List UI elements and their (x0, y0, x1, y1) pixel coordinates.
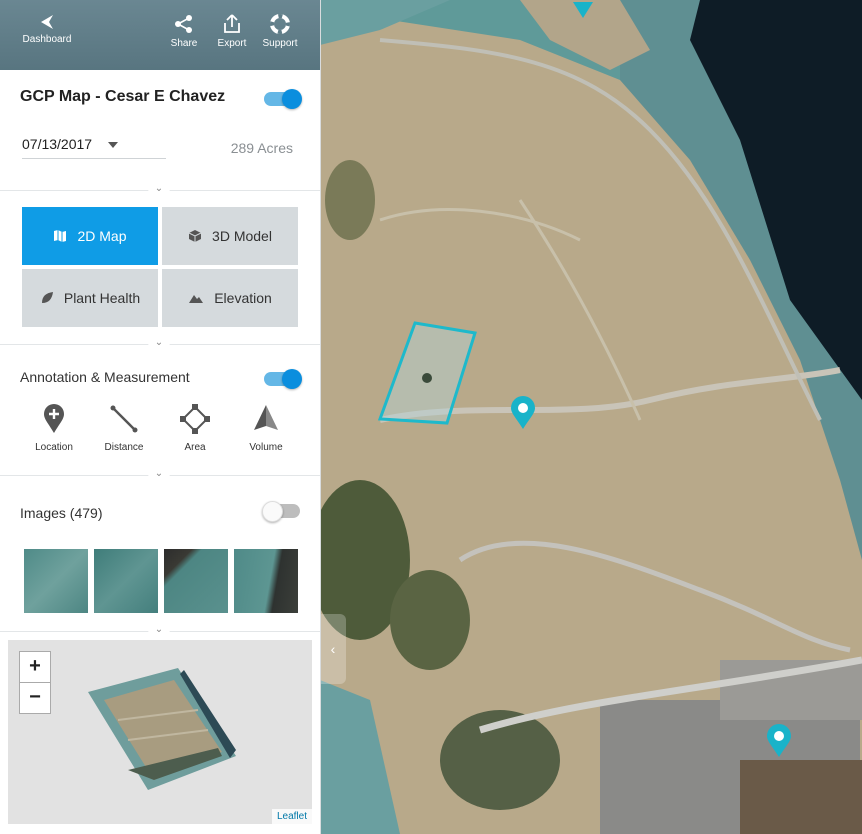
annotation-label: Annotation & Measurement (20, 369, 190, 385)
images-label: Images (479) (20, 505, 103, 521)
elevation-label: Elevation (214, 290, 272, 306)
leaf-icon (41, 292, 53, 303)
export-icon (224, 14, 240, 33)
plant-health-label: Plant Health (63, 290, 141, 306)
location-pin-icon (44, 404, 64, 433)
sidebar: Dashboard Share Export Support ⌄ GCP Map… (0, 0, 321, 834)
dashboard-button[interactable]: Dashboard (18, 14, 76, 45)
2d-map-button[interactable]: 2D Map (22, 207, 158, 265)
back-arrow-icon (41, 15, 53, 29)
image-thumbnail[interactable] (94, 549, 158, 613)
2d-map-label: 2D Map (77, 228, 127, 244)
ruler-line-icon (110, 405, 138, 433)
volume-tool-label: Volume (249, 442, 283, 453)
zoom-in-button[interactable]: + (19, 651, 51, 683)
images-toggle[interactable] (262, 501, 300, 522)
lifebuoy-icon (270, 14, 290, 34)
acreage: 289 Acres (230, 140, 293, 156)
leaflet-attribution-link[interactable]: Leaflet (271, 809, 312, 824)
share-label: Share (170, 38, 198, 49)
map-imagery (320, 0, 862, 834)
date-select[interactable]: 07/13/2017 (22, 136, 166, 159)
location-marker[interactable] (766, 724, 792, 758)
image-thumbnail[interactable] (24, 549, 88, 613)
export-button[interactable]: Export (212, 14, 252, 49)
elevation-button[interactable]: Elevation (162, 269, 298, 327)
area-tool-label: Area (184, 442, 206, 453)
chevron-down-icon (108, 142, 118, 148)
map-title: GCP Map - Cesar E Chavez (20, 88, 226, 105)
distance-tool[interactable]: Distance (94, 404, 154, 453)
location-marker[interactable] (510, 396, 536, 430)
location-marker[interactable] (570, 0, 596, 20)
share-button[interactable]: Share (166, 14, 202, 49)
volume-tool[interactable]: Volume (236, 404, 296, 453)
date-value: 07/13/2017 (22, 136, 93, 152)
top-toolbar: Dashboard Share Export Support (0, 0, 320, 70)
overview-minimap[interactable]: + − Leaflet (8, 640, 312, 824)
app-window: ‹ Dashboard Share Export Support ⌄ GCP M… (0, 0, 862, 834)
sidebar-collapse-tab[interactable]: ‹ (320, 614, 346, 684)
minimap-imagery (88, 668, 236, 790)
map-icon (54, 230, 67, 242)
pyramid-icon (254, 405, 278, 430)
mountain-icon (189, 295, 204, 303)
polygon-area-icon (180, 404, 210, 434)
annotation-toggle[interactable] (264, 369, 302, 389)
orthomosaic-map[interactable] (320, 0, 862, 834)
3d-model-label: 3D Model (212, 228, 272, 244)
chevron-down-icon[interactable]: ⌄ (148, 624, 170, 640)
distance-tool-label: Distance (104, 442, 144, 453)
cube-icon (188, 230, 202, 242)
image-thumbnail[interactable] (234, 549, 298, 613)
zoom-out-button[interactable]: − (19, 682, 51, 714)
map-visibility-toggle[interactable] (264, 89, 302, 109)
3d-model-button[interactable]: 3D Model (162, 207, 298, 265)
plant-health-button[interactable]: Plant Health (22, 269, 158, 327)
location-tool-label: Location (35, 442, 73, 453)
dashboard-label: Dashboard (22, 34, 72, 45)
location-tool[interactable]: Location (24, 404, 84, 453)
support-button[interactable]: Support (258, 14, 302, 49)
image-thumbnail[interactable] (164, 549, 228, 613)
area-tool[interactable]: Area (165, 404, 225, 453)
share-icon (175, 15, 192, 33)
support-label: Support (262, 38, 298, 49)
export-label: Export (217, 38, 247, 49)
